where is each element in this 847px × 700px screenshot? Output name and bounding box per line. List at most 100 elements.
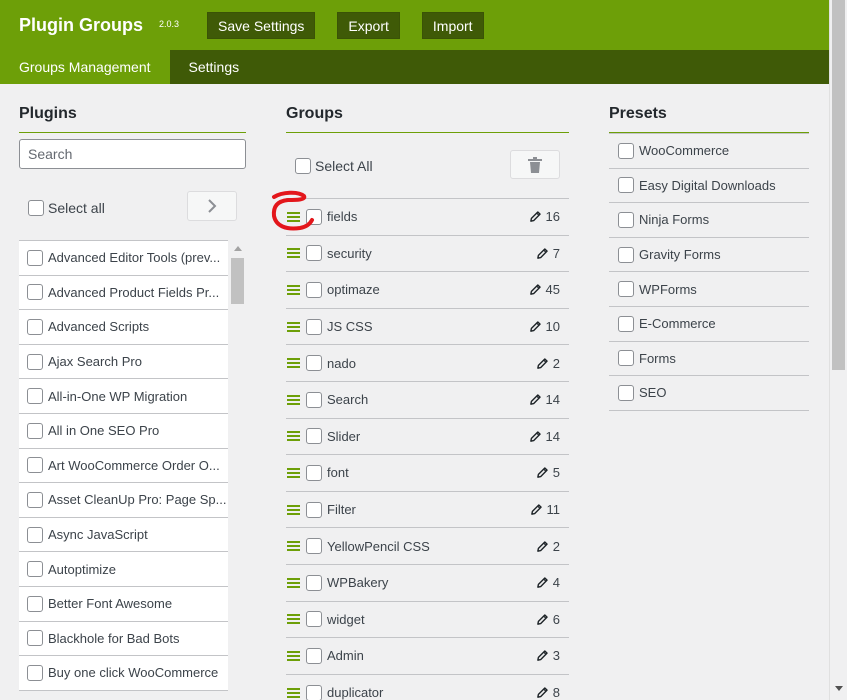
- drag-handle-icon[interactable]: [287, 614, 300, 625]
- group-checkbox[interactable]: [306, 647, 322, 664]
- plugin-item[interactable]: Advanced Product Fields Pr...: [19, 275, 228, 311]
- group-row[interactable]: duplicator 8: [286, 675, 569, 700]
- group-checkbox[interactable]: [306, 281, 322, 298]
- drag-handle-icon[interactable]: [287, 687, 300, 698]
- group-row[interactable]: Search 14: [286, 382, 569, 419]
- add-to-group-button[interactable]: [187, 191, 237, 221]
- pencil-icon[interactable]: [530, 503, 543, 516]
- tab-settings[interactable]: Settings: [170, 50, 259, 84]
- group-row[interactable]: nado 2: [286, 345, 569, 382]
- group-edit[interactable]: 2: [536, 356, 560, 371]
- delete-groups-button[interactable]: [510, 150, 560, 179]
- group-row[interactable]: Slider 14: [286, 419, 569, 456]
- groups-select-all-checkbox[interactable]: [295, 158, 311, 174]
- preset-checkbox[interactable]: [618, 281, 634, 298]
- plugin-checkbox[interactable]: [27, 318, 43, 335]
- preset-checkbox[interactable]: [618, 384, 634, 401]
- plugin-list-scroll-thumb[interactable]: [231, 258, 244, 304]
- plugin-checkbox[interactable]: [27, 595, 43, 612]
- scroll-down-arrow-icon[interactable]: [835, 686, 843, 691]
- plugin-list-scrollbar[interactable]: [230, 240, 245, 700]
- plugin-item[interactable]: Autoptimize: [19, 552, 228, 587]
- group-edit[interactable]: 6: [536, 612, 560, 627]
- plugin-checkbox[interactable]: [27, 526, 43, 543]
- plugin-item[interactable]: All-in-One WP Migration: [19, 379, 228, 414]
- group-edit[interactable]: 5: [536, 465, 560, 480]
- plugin-checkbox[interactable]: [27, 561, 43, 578]
- group-checkbox[interactable]: [306, 391, 322, 408]
- tab-groups-management[interactable]: Groups Management: [0, 50, 170, 84]
- pencil-icon[interactable]: [536, 576, 549, 589]
- pencil-icon[interactable]: [536, 686, 549, 699]
- pencil-icon[interactable]: [536, 613, 549, 626]
- group-row[interactable]: font 5: [286, 455, 569, 492]
- group-checkbox[interactable]: [306, 501, 322, 518]
- group-edit[interactable]: 14: [529, 429, 560, 444]
- group-checkbox[interactable]: [306, 208, 322, 225]
- preset-checkbox[interactable]: [618, 177, 634, 194]
- plugin-search-input[interactable]: [19, 139, 246, 169]
- pencil-icon[interactable]: [529, 210, 542, 223]
- group-edit[interactable]: 3: [536, 648, 560, 663]
- pencil-icon[interactable]: [536, 357, 549, 370]
- group-row[interactable]: fields 16: [286, 199, 569, 236]
- drag-handle-icon[interactable]: [287, 394, 300, 405]
- pencil-icon[interactable]: [536, 466, 549, 479]
- plugin-checkbox[interactable]: [27, 353, 43, 370]
- preset-item[interactable]: WPForms: [609, 272, 809, 307]
- pencil-icon[interactable]: [529, 283, 542, 296]
- drag-handle-icon[interactable]: [287, 321, 300, 332]
- plugin-checkbox[interactable]: [27, 388, 43, 405]
- groups-select-all[interactable]: Select All: [295, 158, 373, 174]
- group-checkbox[interactable]: [306, 428, 322, 445]
- preset-checkbox[interactable]: [618, 315, 634, 332]
- plugin-item[interactable]: Async JavaScript: [19, 517, 228, 553]
- drag-handle-icon[interactable]: [287, 504, 300, 515]
- plugin-item[interactable]: Ajax Search Pro: [19, 344, 228, 380]
- pencil-icon[interactable]: [536, 540, 549, 553]
- group-row[interactable]: optimaze 45: [286, 272, 569, 309]
- group-edit[interactable]: 11: [530, 502, 560, 517]
- plugin-checkbox[interactable]: [27, 491, 43, 508]
- plugin-item[interactable]: Buy one click WooCommerce: [19, 656, 228, 691]
- pencil-icon[interactable]: [529, 320, 542, 333]
- plugin-item[interactable]: Better Font Awesome: [19, 586, 228, 622]
- preset-item[interactable]: Gravity Forms: [609, 238, 809, 273]
- drag-handle-icon[interactable]: [287, 248, 300, 259]
- preset-item[interactable]: WooCommerce: [609, 134, 809, 169]
- plugin-checkbox[interactable]: [27, 630, 43, 647]
- plugins-select-all-checkbox[interactable]: [28, 200, 44, 216]
- page-scrollbar[interactable]: [829, 0, 847, 700]
- group-row[interactable]: Filter 11: [286, 492, 569, 529]
- preset-item[interactable]: Easy Digital Downloads: [609, 169, 809, 204]
- plugin-checkbox[interactable]: [27, 457, 43, 474]
- group-row[interactable]: Admin 3: [286, 638, 569, 675]
- preset-item[interactable]: E-Commerce: [609, 307, 809, 342]
- preset-item[interactable]: SEO: [609, 376, 809, 411]
- pencil-icon[interactable]: [529, 393, 542, 406]
- drag-handle-icon[interactable]: [287, 467, 300, 478]
- group-checkbox[interactable]: [306, 538, 322, 555]
- preset-checkbox[interactable]: [618, 142, 634, 159]
- drag-handle-icon[interactable]: [287, 358, 300, 369]
- pencil-icon[interactable]: [529, 430, 542, 443]
- group-row[interactable]: YellowPencil CSS 2: [286, 528, 569, 565]
- drag-handle-icon[interactable]: [287, 541, 300, 552]
- page-scroll-thumb[interactable]: [832, 0, 845, 370]
- group-checkbox[interactable]: [306, 318, 322, 335]
- group-row[interactable]: WPBakery 4: [286, 565, 569, 602]
- scroll-up-arrow-icon[interactable]: [234, 246, 242, 251]
- group-edit[interactable]: 7: [536, 246, 560, 261]
- group-checkbox[interactable]: [306, 245, 322, 262]
- plugin-checkbox[interactable]: [27, 422, 43, 439]
- group-checkbox[interactable]: [306, 611, 322, 628]
- drag-handle-icon[interactable]: [287, 211, 300, 222]
- plugin-item[interactable]: All in One SEO Pro: [19, 413, 228, 449]
- preset-checkbox[interactable]: [618, 350, 634, 367]
- export-button[interactable]: Export: [337, 11, 400, 39]
- plugin-item[interactable]: Asset CleanUp Pro: Page Sp...: [19, 483, 228, 518]
- plugin-checkbox[interactable]: [27, 284, 43, 301]
- plugin-checkbox[interactable]: [27, 664, 43, 681]
- drag-handle-icon[interactable]: [287, 650, 300, 661]
- group-checkbox[interactable]: [306, 684, 322, 700]
